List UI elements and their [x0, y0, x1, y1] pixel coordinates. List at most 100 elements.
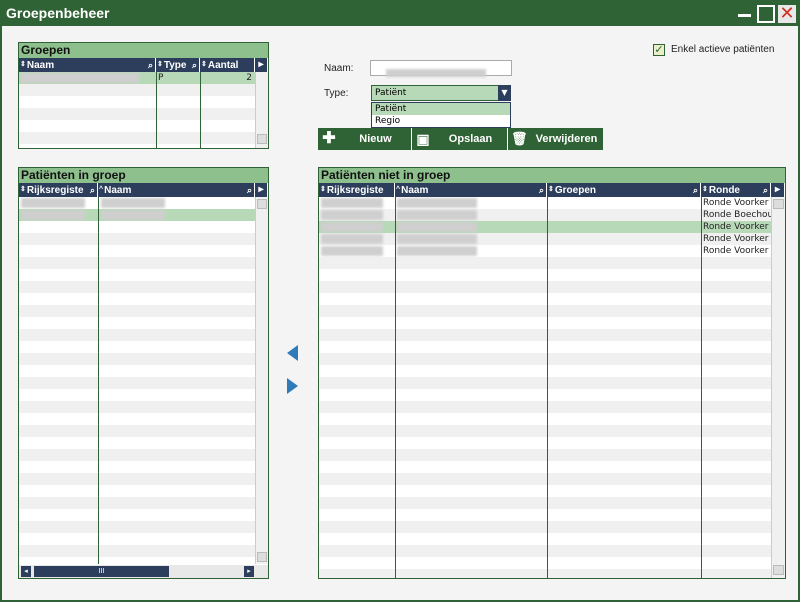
table-row[interactable] — [19, 401, 255, 413]
search-icon[interactable]: ⌕ — [90, 183, 95, 197]
table-row[interactable] — [19, 557, 255, 564]
col-type[interactable]: ⇕Type ⌕ — [156, 58, 200, 72]
table-row[interactable] — [19, 257, 255, 269]
table-row[interactable] — [319, 281, 771, 293]
scroll-right-icon[interactable]: ▸ — [255, 183, 268, 197]
name-input[interactable] — [370, 60, 512, 77]
table-row[interactable]: Ronde Boechou — [319, 209, 771, 221]
scroll-thumb[interactable] — [257, 134, 267, 144]
table-row[interactable] — [19, 84, 255, 96]
table-row[interactable] — [19, 96, 255, 108]
col-aantal[interactable]: ⇕Aantal — [200, 58, 255, 72]
table-row[interactable] — [19, 449, 255, 461]
col-ronde[interactable]: ⇕Ronde ⌕ — [701, 183, 771, 197]
table-row[interactable] — [19, 305, 255, 317]
table-row[interactable] — [19, 132, 255, 144]
table-row[interactable] — [319, 305, 771, 317]
table-row[interactable] — [319, 317, 771, 329]
h-scroll-thumb[interactable]: III — [34, 566, 169, 577]
table-row[interactable] — [19, 461, 255, 473]
col-rijksregister[interactable]: ⇕Rijksregiste ⌕ — [19, 183, 98, 197]
table-row[interactable] — [19, 281, 255, 293]
table-row[interactable]: Ronde Voorker — [319, 233, 771, 245]
table-row[interactable] — [19, 425, 255, 437]
move-left-arrow-icon[interactable] — [287, 345, 298, 361]
table-row[interactable] — [19, 365, 255, 377]
table-row[interactable] — [319, 257, 771, 269]
table-row[interactable] — [319, 353, 771, 365]
minimize-button[interactable] — [736, 5, 754, 23]
table-row[interactable] — [319, 269, 771, 281]
table-row[interactable] — [19, 437, 255, 449]
scroll-thumb[interactable] — [773, 199, 784, 209]
table-row[interactable]: Ronde Voorker — [319, 221, 771, 233]
table-row[interactable]: Ronde Voorker — [319, 197, 771, 209]
table-row[interactable] — [319, 425, 771, 437]
scroll-right-icon[interactable]: ▸ — [255, 58, 268, 72]
maximize-button[interactable] — [757, 5, 775, 23]
table-row[interactable] — [319, 365, 771, 377]
table-row[interactable] — [319, 533, 771, 545]
table-row[interactable] — [19, 533, 255, 545]
col-naam[interactable]: ^Naam ⌕ — [98, 183, 255, 197]
delete-button[interactable]: 🗑 Verwijderen — [508, 128, 603, 150]
table-row[interactable] — [319, 545, 771, 557]
chevron-down-icon[interactable]: ▼ — [498, 85, 511, 101]
search-icon[interactable]: ⌕ — [247, 183, 252, 197]
scroll-thumb[interactable] — [257, 199, 267, 209]
in-group-hscroll[interactable]: ◂ III ▸ — [19, 565, 268, 578]
table-row[interactable] — [319, 401, 771, 413]
table-row[interactable] — [19, 329, 255, 341]
table-row[interactable] — [319, 509, 771, 521]
not-in-group-vscroll[interactable] — [771, 197, 785, 578]
table-row[interactable] — [19, 317, 255, 329]
table-row[interactable] — [19, 509, 255, 521]
move-right-arrow-icon[interactable] — [287, 378, 298, 394]
table-row[interactable] — [19, 353, 255, 365]
search-icon[interactable]: ⌕ — [148, 58, 153, 72]
table-row[interactable] — [319, 389, 771, 401]
save-button[interactable]: ▣ Opslaan — [412, 128, 508, 150]
table-row[interactable] — [319, 341, 771, 353]
table-row[interactable] — [319, 569, 771, 578]
table-row[interactable] — [319, 557, 771, 569]
close-button[interactable]: ✕ — [778, 5, 796, 23]
table-row[interactable] — [19, 108, 255, 120]
table-row[interactable] — [319, 329, 771, 341]
table-row[interactable] — [19, 233, 255, 245]
scroll-left-icon[interactable]: ◂ — [21, 566, 31, 577]
table-row[interactable] — [319, 377, 771, 389]
table-row[interactable] — [19, 473, 255, 485]
table-row[interactable] — [19, 413, 255, 425]
table-row[interactable] — [19, 293, 255, 305]
table-row[interactable] — [19, 485, 255, 497]
table-row[interactable] — [319, 497, 771, 509]
table-row[interactable] — [19, 389, 255, 401]
search-icon[interactable]: ⌕ — [763, 183, 768, 197]
table-row[interactable] — [19, 497, 255, 509]
table-row[interactable] — [19, 521, 255, 533]
table-row[interactable]: Ronde Voorker — [319, 245, 771, 257]
col-groepen[interactable]: ⇕Groepen ⌕ — [547, 183, 701, 197]
table-row[interactable]: P 2 — [19, 72, 255, 84]
search-icon[interactable]: ⌕ — [192, 58, 197, 72]
table-row[interactable] — [319, 473, 771, 485]
groups-vscroll[interactable] — [255, 72, 268, 148]
col-rijksregister[interactable]: ⇕Rijksregiste — [319, 183, 395, 197]
new-button[interactable]: ✚ Nieuw — [318, 128, 412, 150]
type-option-patient[interactable]: Patiënt — [372, 103, 510, 115]
scroll-right-icon[interactable]: ▸ — [771, 183, 785, 197]
table-row[interactable] — [19, 269, 255, 281]
table-row[interactable] — [19, 377, 255, 389]
table-row[interactable] — [19, 120, 255, 132]
table-row[interactable] — [19, 197, 255, 209]
table-row[interactable] — [319, 437, 771, 449]
col-naam[interactable]: ⇕Naam ⌕ — [19, 58, 156, 72]
table-row[interactable] — [319, 449, 771, 461]
table-row[interactable] — [19, 221, 255, 233]
type-option-regio[interactable]: Regio — [372, 115, 510, 127]
table-row[interactable] — [19, 341, 255, 353]
table-row[interactable] — [319, 413, 771, 425]
search-icon[interactable]: ⌕ — [539, 183, 544, 197]
scroll-right-icon[interactable]: ▸ — [244, 566, 254, 577]
